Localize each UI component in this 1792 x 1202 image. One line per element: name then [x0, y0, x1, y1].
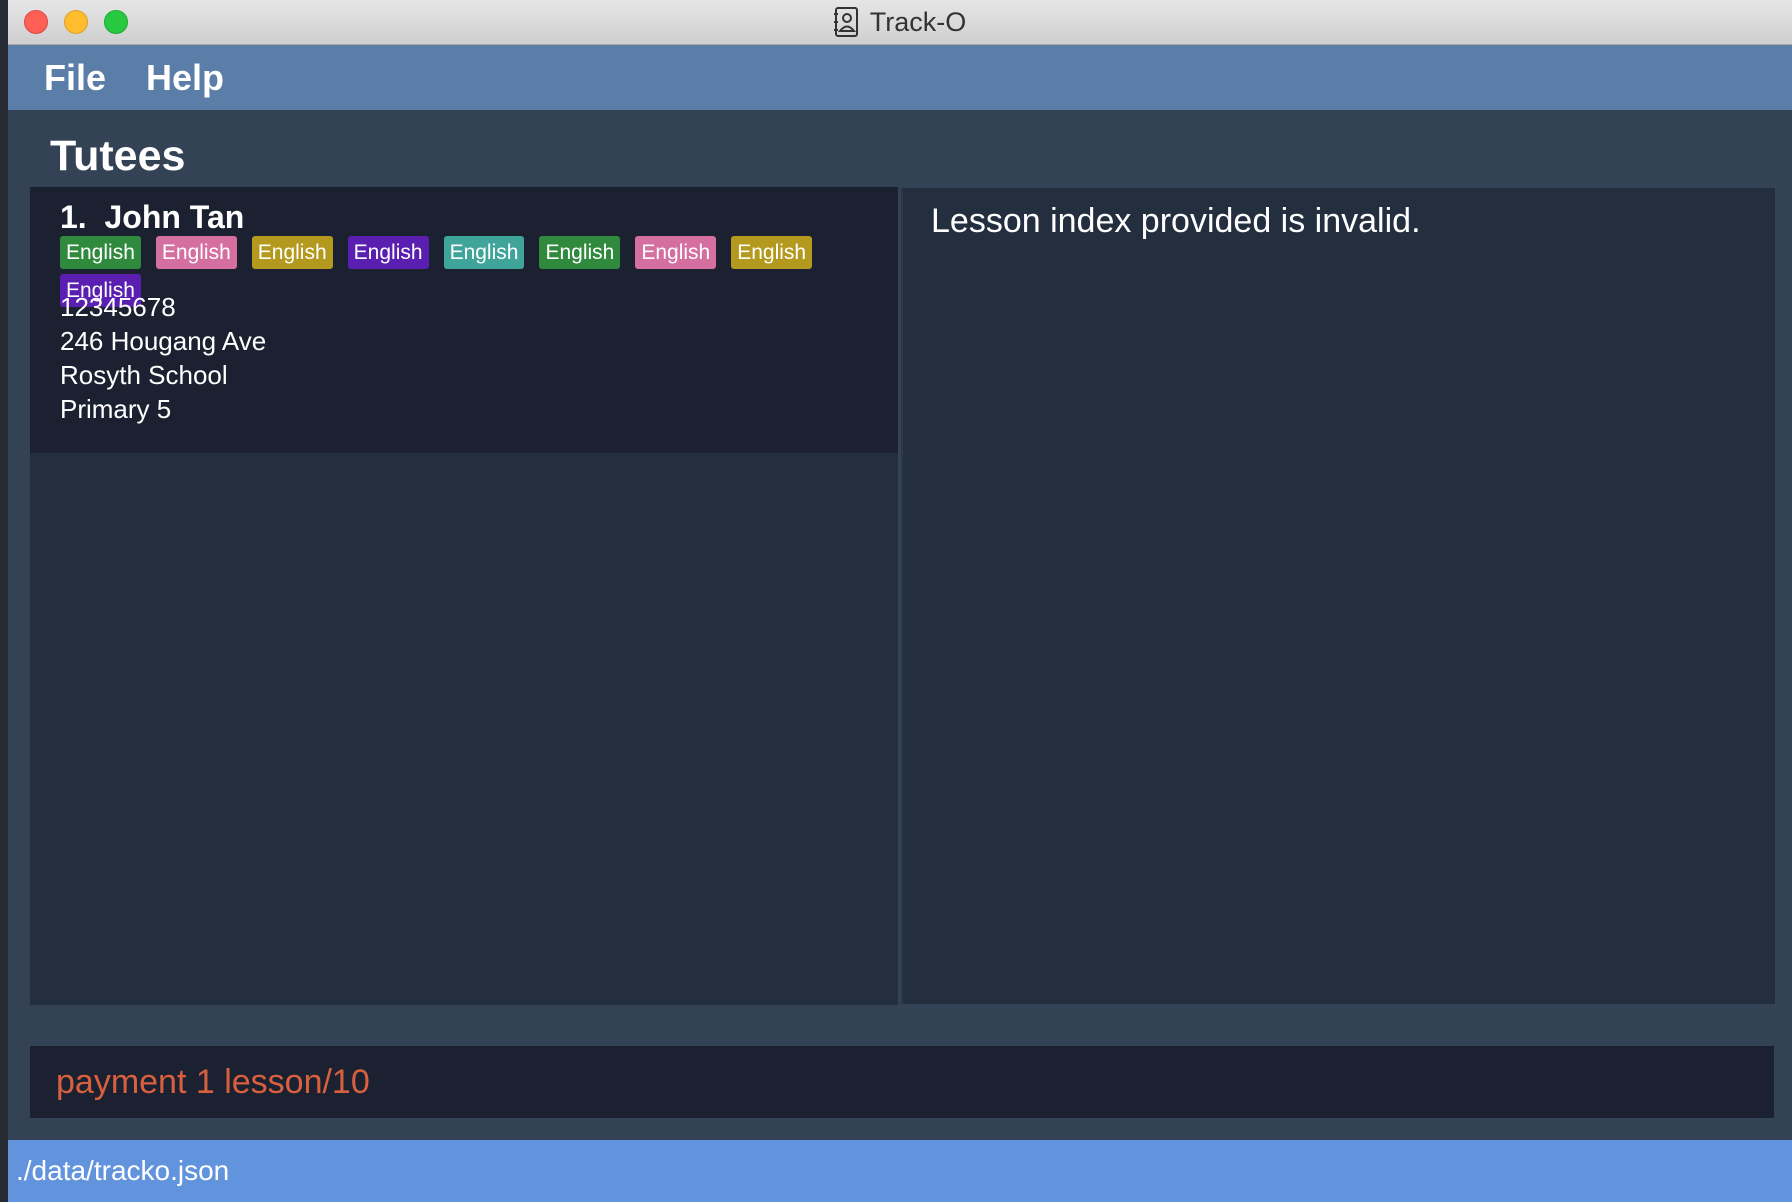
subject-tags: English English English English English Engli…: [60, 236, 860, 307]
menu-bar: File Help: [8, 45, 1792, 110]
subject-tag: English: [251, 236, 333, 269]
status-bar: ./data/tracko.json: [8, 1140, 1792, 1202]
data-file-path: ./data/tracko.json: [16, 1155, 230, 1186]
result-message: Lesson index provided is invalid.: [931, 202, 1421, 240]
tutee-name-line: 1. John Tan: [60, 199, 244, 236]
subject-tag: English: [347, 236, 429, 269]
title-bar[interactable]: Track-O: [8, 0, 1792, 45]
tutees-section-title: Tutees: [50, 132, 186, 180]
app-window: Track-O File Help Tutees 1. John Tan Eng…: [8, 0, 1792, 1202]
window-title-group: Track-O: [8, 0, 1792, 44]
subject-tag: English: [60, 236, 141, 269]
subject-tag: English: [155, 236, 237, 269]
tutee-list-panel[interactable]: 1. John Tan English English English English…: [30, 187, 898, 1005]
menu-help[interactable]: Help: [146, 57, 224, 99]
desktop-background: [0, 0, 8, 1202]
tutee-card[interactable]: 1. John Tan English English English English…: [30, 187, 898, 453]
tutee-index: 1.: [60, 199, 87, 235]
address-book-icon: [833, 7, 858, 37]
tutee-address: 246 Hougang Ave: [60, 326, 267, 356]
menu-file[interactable]: File: [44, 57, 106, 99]
subject-tag: English: [443, 236, 525, 269]
subject-tag: English: [539, 236, 621, 269]
tutee-phone: 12345678: [60, 292, 176, 322]
tutee-name: John Tan: [104, 199, 245, 235]
window-title: Track-O: [869, 6, 967, 37]
tutee-level: Primary 5: [60, 394, 172, 424]
subject-tag: English: [635, 236, 717, 269]
command-input[interactable]: [30, 1046, 1774, 1118]
tutee-school: Rosyth School: [60, 360, 228, 390]
subject-tag: English: [731, 236, 813, 269]
result-display-panel[interactable]: Lesson index provided is invalid.: [901, 188, 1775, 1004]
